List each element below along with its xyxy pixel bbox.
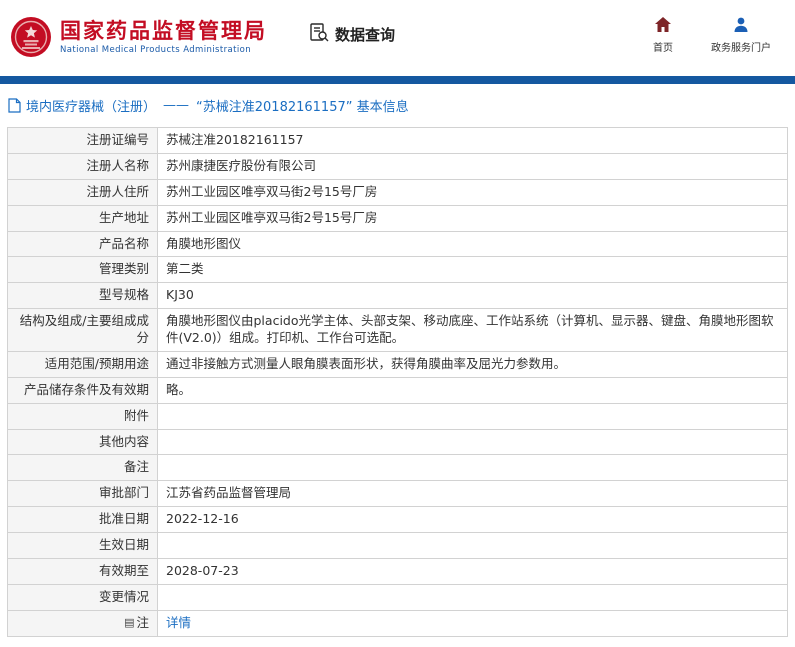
row-label: 生产地址 <box>7 204 158 232</box>
row-value: 2022-12-16 <box>157 506 788 533</box>
table-row: 附件 <box>7 402 788 430</box>
row-value: 第二类 <box>157 256 788 284</box>
table-row: 注册人名称 苏州康捷医疗股份有限公司 <box>7 152 788 180</box>
breadcrumb: 境内医疗器械（注册） —— “苏械注准20182161157” 基本信息 <box>0 84 795 125</box>
table-row: 批准日期 2022-12-16 <box>7 506 788 533</box>
row-label: 附件 <box>7 402 158 430</box>
row-value <box>157 428 788 456</box>
row-value <box>157 454 788 482</box>
brand-text: 国家药品监督管理局 National Medical Products Admi… <box>60 19 267 56</box>
row-value: 详情 <box>157 609 788 637</box>
row-label: 备注 <box>7 454 158 482</box>
row-label: 管理类别 <box>7 256 158 284</box>
row-label: 适用范围/预期用途 <box>7 350 158 378</box>
table-row: 产品名称 角膜地形图仪 <box>7 230 788 258</box>
row-label: 注册人名称 <box>7 152 158 180</box>
agency-title: 国家药品监督管理局 <box>60 18 267 43</box>
table-row: 结构及组成/主要组成成分 角膜地形图仪由placido光学主体、头部支架、移动底座… <box>7 308 788 352</box>
home-icon <box>655 16 671 35</box>
breadcrumb-category: 境内医疗器械（注册） <box>26 100 157 115</box>
row-label: 注册证编号 <box>7 127 158 154</box>
home-link[interactable]: 首页 <box>645 16 681 54</box>
home-label: 首页 <box>653 42 673 54</box>
row-value: 苏州工业园区唯亭双马街2号15号厂房 <box>157 178 788 206</box>
agency-subtitle: National Medical Products Administration <box>60 44 251 55</box>
table-row: 型号规格 KJ30 <box>7 282 788 310</box>
data-query-icon <box>309 22 329 46</box>
data-query-label: 数据查询 <box>335 25 396 44</box>
row-label: 型号规格 <box>7 282 158 310</box>
row-label: ▤ 注 <box>7 609 158 637</box>
note-icon: ▤ <box>124 615 135 629</box>
row-label: 批准日期 <box>7 506 158 533</box>
table-row: 有效期至 2028-07-23 <box>7 557 788 585</box>
detail-link[interactable]: 详情 <box>166 615 191 630</box>
portal-label: 政务服务门户 <box>711 42 771 54</box>
table-row: 备注 <box>7 454 788 482</box>
row-value: 角膜地形图仪 <box>157 230 788 258</box>
row-label: 注册人住所 <box>7 178 158 206</box>
row-label: 有效期至 <box>7 557 158 585</box>
row-label: 产品储存条件及有效期 <box>7 376 158 404</box>
row-value: 苏州工业园区唯亭双马街2号15号厂房 <box>157 204 788 232</box>
row-value: 角膜地形图仪由placido光学主体、头部支架、移动底座、工作站系统（计算机、显… <box>157 308 788 352</box>
national-emblem-icon <box>10 14 52 60</box>
table-row: 管理类别 第二类 <box>7 256 788 284</box>
page: 国家药品监督管理局 National Medical Products Admi… <box>0 0 795 637</box>
row-label: 产品名称 <box>7 230 158 258</box>
info-table-body: 注册证编号 苏械注准20182161157 注册人名称 苏州康捷医疗股份有限公司 注册人… <box>7 127 788 637</box>
site-header: 国家药品监督管理局 National Medical Products Admi… <box>0 0 795 76</box>
table-row: 注册证编号 苏械注准20182161157 <box>7 127 788 154</box>
row-value: 2028-07-23 <box>157 557 788 585</box>
row-value: 江苏省药品监督管理局 <box>157 480 788 508</box>
user-icon <box>733 17 749 35</box>
row-value <box>157 402 788 430</box>
header-divider-bar <box>0 76 795 84</box>
row-value <box>157 532 788 559</box>
breadcrumb-current: “苏械注准20182161157” 基本信息 <box>196 100 409 115</box>
row-label: 生效日期 <box>7 532 158 559</box>
table-row: 生产地址 苏州工业园区唯亭双马街2号15号厂房 <box>7 204 788 232</box>
row-value: 苏州康捷医疗股份有限公司 <box>157 152 788 180</box>
row-value: 略。 <box>157 376 788 404</box>
table-row: 适用范围/预期用途 通过非接触方式测量人眼角膜表面形状，获得角膜曲率及屈光力参数用… <box>7 350 788 378</box>
row-label: 审批部门 <box>7 480 158 508</box>
info-table: 注册证编号 苏械注准20182161157 注册人名称 苏州康捷医疗股份有限公司 注册人… <box>7 127 788 637</box>
row-label: 其他内容 <box>7 428 158 456</box>
table-row: 其他内容 <box>7 428 788 456</box>
row-value: 苏械注准20182161157 <box>157 127 788 154</box>
table-row: 变更情况 <box>7 583 788 611</box>
table-row: ▤ 注详情 <box>7 609 788 637</box>
row-label: 结构及组成/主要组成成分 <box>7 308 158 352</box>
row-value <box>157 583 788 611</box>
breadcrumb-separator: —— <box>163 98 190 113</box>
table-row: 生效日期 <box>7 532 788 559</box>
document-icon <box>8 98 21 113</box>
row-label: 变更情况 <box>7 583 158 611</box>
table-row: 注册人住所 苏州工业园区唯亭双马街2号15号厂房 <box>7 178 788 206</box>
table-row: 审批部门 江苏省药品监督管理局 <box>7 480 788 508</box>
top-nav: 首页 政务服务门户 <box>645 16 781 54</box>
portal-link[interactable]: 政务服务门户 <box>711 17 771 54</box>
row-value: KJ30 <box>157 282 788 310</box>
row-value: 通过非接触方式测量人眼角膜表面形状，获得角膜曲率及屈光力参数用。 <box>157 350 788 378</box>
data-query-tab[interactable]: 数据查询 <box>309 22 395 46</box>
table-row: 产品储存条件及有效期 略。 <box>7 376 788 404</box>
nmpa-logo-link[interactable]: 国家药品监督管理局 National Medical Products Admi… <box>10 14 267 60</box>
